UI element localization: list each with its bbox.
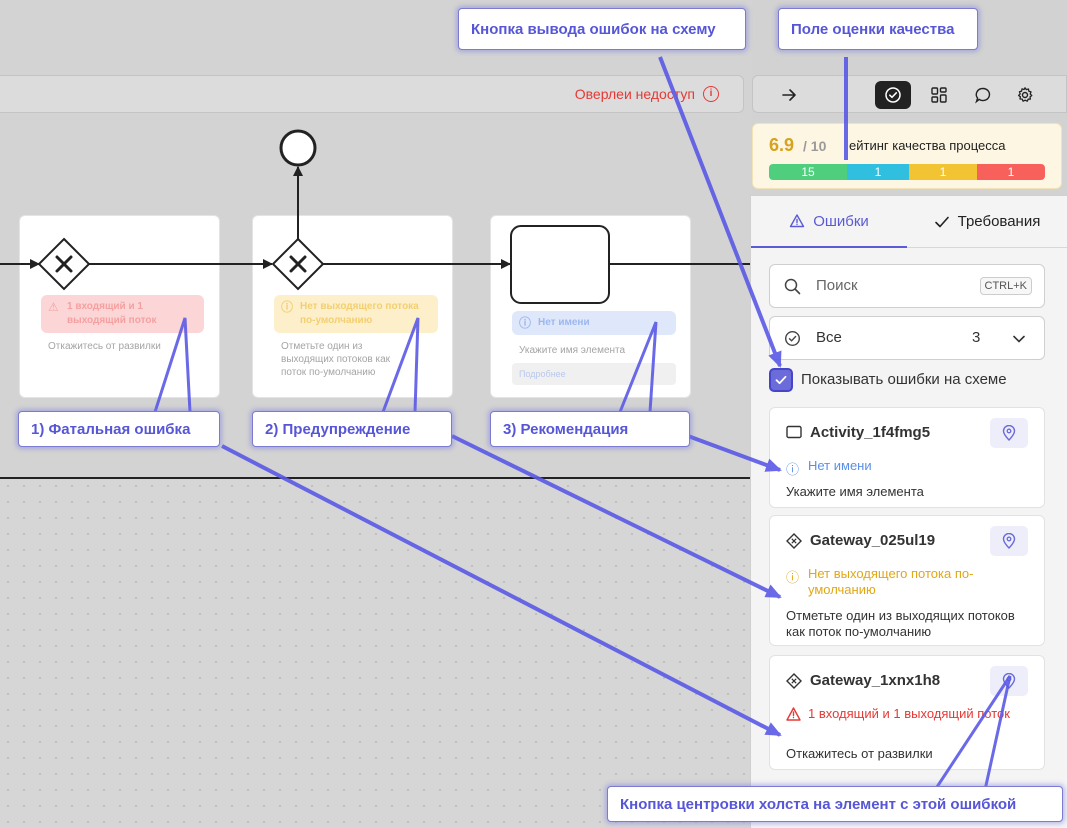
location-pin-icon (1002, 673, 1016, 689)
bpmn-shapes (0, 129, 752, 304)
quality-label: ейтинг качества процесса (849, 138, 1006, 153)
gear-icon (1017, 87, 1033, 102)
issue-hint: Укажите имя элемента (786, 484, 924, 499)
tab-errors-label: Ошибки (813, 212, 869, 230)
callout-warning: 2) Предупреждение (252, 411, 452, 447)
tab-requirements-label: Требования (957, 213, 1041, 230)
callout-quality-field: Поле оценки качества (778, 8, 978, 50)
callout-recommendation: 3) Рекомендация (490, 411, 690, 447)
callout-fatal-error: 1) Фатальная ошибка (18, 411, 220, 447)
quality-rating-box: 6.9 / 10 ейтинг качества процесса 15 1 1… (752, 123, 1062, 189)
issue-element-id: Activity_1f4fmg5 (810, 424, 931, 441)
issue-message: Нет имени (808, 458, 872, 473)
checkmark-icon (775, 375, 787, 385)
issue-element-id: Gateway_1xnx1h8 (810, 672, 941, 689)
chevron-down-icon (1013, 335, 1025, 343)
warning-triangle-icon (789, 214, 805, 228)
arrow-right-icon (782, 89, 796, 101)
center-on-element-button[interactable] (990, 418, 1028, 448)
check-circle-icon (885, 87, 901, 103)
issue-card[interactable]: Gateway_1xnx1h8 1 входящий и 1 выходящий… (769, 655, 1045, 770)
location-pin-icon (1002, 425, 1016, 441)
quality-segment-fatal: 1 (977, 164, 1045, 180)
task-icon (786, 425, 802, 439)
severity-filter-select[interactable]: Все 3 (769, 316, 1045, 360)
search-shortcut: CTRL+K (979, 277, 1032, 295)
filter-label: Все (816, 329, 842, 346)
warning-circle-icon: ⓘ (786, 570, 800, 585)
chat-icon (975, 87, 991, 104)
check-circle-icon (784, 330, 801, 347)
task-activity (510, 225, 610, 304)
quality-segment-warning: 1 (909, 164, 977, 180)
search-icon (784, 278, 801, 295)
grid-icon (931, 87, 947, 103)
issue-hint: Откажитесь от развилки (786, 746, 933, 761)
diagram-canvas-grid[interactable] (0, 478, 752, 828)
quality-max: / 10 (803, 138, 827, 154)
comments-button[interactable] (965, 81, 1001, 109)
quality-bar: 15 1 1 1 (769, 164, 1045, 180)
warning-triangle-icon (786, 707, 801, 721)
gateway-icon (786, 533, 802, 549)
quality-score: 6.9 (769, 135, 795, 155)
settings-button[interactable] (1007, 81, 1043, 109)
issue-card[interactable]: Activity_1f4fmg5 ⓘ Нет имени Укажите имя… (769, 407, 1045, 508)
gateway-icon (786, 673, 802, 689)
callout-center-button: Кнопка центровки холста на элемент с это… (607, 786, 1063, 822)
minimap-button[interactable] (921, 81, 957, 109)
location-pin-icon (1002, 533, 1016, 549)
show-errors-checkbox[interactable] (769, 368, 793, 392)
issue-card[interactable]: Gateway_025ul19 ⓘ Нет выходящего потока … (769, 515, 1045, 646)
search-input[interactable]: Поиск CTRL+K (769, 264, 1045, 308)
quality-segment-recommendation: 1 (847, 164, 909, 180)
tab-errors[interactable]: Ошибки (751, 196, 907, 248)
issue-message: Нет выходящего потока по-умолчанию (808, 566, 974, 597)
search-placeholder: Поиск (816, 277, 858, 294)
checkmark-icon (934, 216, 949, 227)
tools-bar (752, 75, 1067, 113)
tab-requirements[interactable]: Требования (907, 196, 1067, 248)
callout-show-errors-button: Кнопка вывода ошибок на схему (458, 8, 746, 50)
end-event (279, 129, 317, 167)
issue-hint: Отметьте один из выходящих потоков как п… (786, 608, 1015, 639)
validation-panel: Ошибки Требования Поиск CTRL+K Все 3 Пок… (750, 195, 1067, 828)
issue-message: 1 входящий и 1 выходящий поток (808, 706, 1010, 721)
center-on-element-button[interactable] (990, 526, 1028, 556)
exclusive-gateway-2 (271, 237, 325, 291)
center-on-element-button[interactable] (990, 666, 1028, 696)
info-icon: ⓘ (786, 462, 800, 477)
exclusive-gateway-1 (37, 237, 91, 291)
navigate-button[interactable] (771, 81, 807, 109)
filter-count: 3 (972, 329, 981, 346)
issue-element-id: Gateway_025ul19 (810, 532, 936, 549)
quality-segment-ok: 15 (769, 164, 847, 180)
validation-button[interactable] (875, 81, 911, 109)
show-errors-label: Показывать ошибки на схеме (801, 371, 1007, 388)
